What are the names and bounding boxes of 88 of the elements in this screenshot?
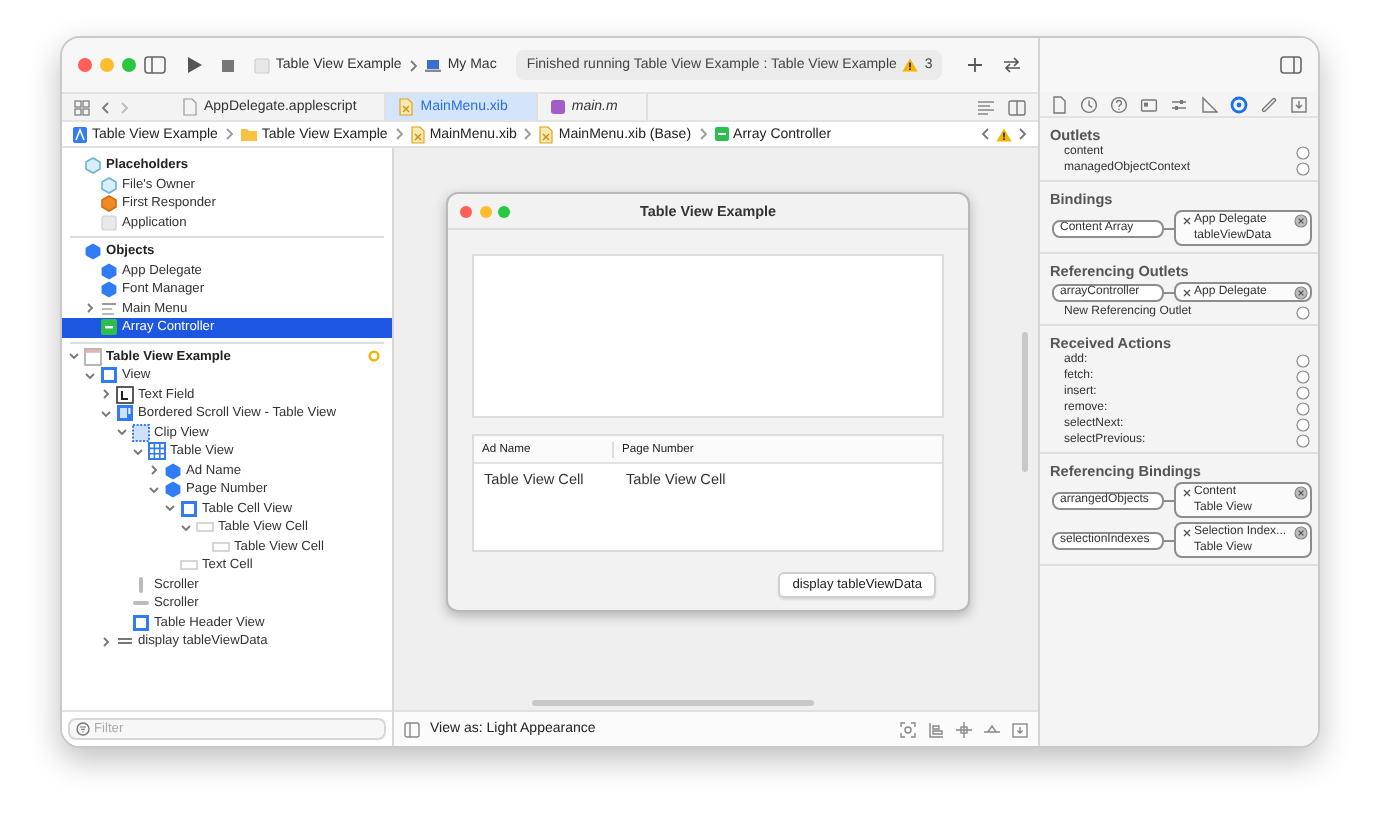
chevron-right-icon [522,126,533,142]
window-icon [84,347,102,366]
document-icon [409,125,426,143]
connection-circle[interactable] [1294,485,1308,499]
chevron-right-icon [407,57,418,73]
connection-circle[interactable] [1296,433,1310,447]
warning-icon[interactable] [996,127,1012,141]
document-icon [398,98,415,116]
delete-icon[interactable] [1182,215,1192,225]
grid-icon [148,442,166,461]
filter-icon [76,722,90,736]
connection-circle[interactable] [1296,417,1310,431]
lines-icon[interactable] [976,99,996,115]
grid-icon[interactable] [74,99,90,115]
laptop-icon [423,57,442,73]
connection-circle[interactable] [1294,285,1308,299]
scrollbar[interactable] [1022,332,1028,472]
zoom-button[interactable] [122,58,136,72]
disclosure-chevron[interactable] [148,464,160,477]
embed-icon[interactable] [1012,721,1028,737]
file-icon [549,98,566,116]
dash-square-icon [713,126,730,142]
app-icon [100,213,118,232]
document-icon [538,125,555,143]
ruler-icon[interactable] [1200,95,1218,113]
connection-circle[interactable] [1294,213,1308,227]
square-icon [100,366,118,385]
swap-arrows-icon[interactable] [1002,56,1022,74]
square-icon [132,613,150,632]
clock-icon[interactable] [1080,95,1098,113]
disclosure-chevron[interactable] [132,445,144,458]
connection-circle[interactable] [1296,305,1310,319]
id-card-icon[interactable] [1140,95,1158,113]
delete-icon[interactable] [1182,527,1192,537]
back-icon[interactable] [100,99,110,115]
disclosure-chevron[interactable] [148,483,160,496]
connection-circle[interactable] [1294,525,1308,539]
connection-circle[interactable] [1296,369,1310,383]
chevron-right-icon [393,126,404,142]
project-icon [72,125,88,143]
sidebar-toggle-icon[interactable] [404,721,420,737]
square-icon [180,499,198,518]
delete-icon[interactable] [1182,287,1192,297]
pin-icon[interactable] [956,721,972,737]
sidebar-toggle-icon[interactable] [144,56,166,74]
disclosure-chevron[interactable] [100,388,112,401]
arrow-circle-icon[interactable] [1230,95,1248,113]
connection-circle[interactable] [1296,145,1310,159]
play-icon[interactable] [185,56,202,74]
text-field-icon [116,385,134,404]
disclosure-chevron[interactable] [84,302,96,315]
disclosure-chevron[interactable] [84,369,96,382]
plus-icon[interactable] [966,56,985,74]
document-icon [182,98,198,116]
sliders-icon[interactable] [1170,95,1188,113]
scrollbar[interactable] [532,700,814,706]
connection-circle[interactable] [1296,385,1310,399]
menu-icon [100,299,118,318]
connection-circle[interactable] [1296,161,1310,175]
document-icon[interactable] [1050,95,1068,113]
scroll-view-icon [116,404,134,423]
connection-circle[interactable] [1296,401,1310,415]
connection-circle[interactable] [1296,353,1310,367]
align-icon[interactable] [928,721,944,737]
dashed-square-icon [132,423,150,442]
chevron-right-icon [697,126,708,142]
disclosure-chevron[interactable] [180,521,192,534]
stop-icon[interactable] [219,57,236,73]
split-view-icon[interactable] [1008,99,1026,115]
app-icon [253,57,270,73]
dash-square-icon [100,318,118,337]
disclosure-chevron[interactable] [100,407,112,420]
box-icon[interactable] [1290,95,1308,113]
close-button[interactable] [78,58,92,72]
help-icon[interactable] [1110,95,1128,113]
forward-icon[interactable] [1018,126,1028,142]
back-icon[interactable] [980,126,990,142]
disclosure-chevron[interactable] [164,502,176,515]
inspector-toggle-icon[interactable] [1280,56,1302,74]
fit-icon[interactable] [900,721,916,737]
resolve-icon[interactable] [984,721,1000,737]
warning-icon [902,58,919,72]
disclosure-chevron[interactable] [116,426,128,439]
disclosure-chevron[interactable] [68,350,80,363]
folder-icon [239,126,258,142]
delete-icon[interactable] [1182,487,1192,497]
disclosure-chevron[interactable] [100,635,112,648]
chevron-right-icon [223,126,234,142]
